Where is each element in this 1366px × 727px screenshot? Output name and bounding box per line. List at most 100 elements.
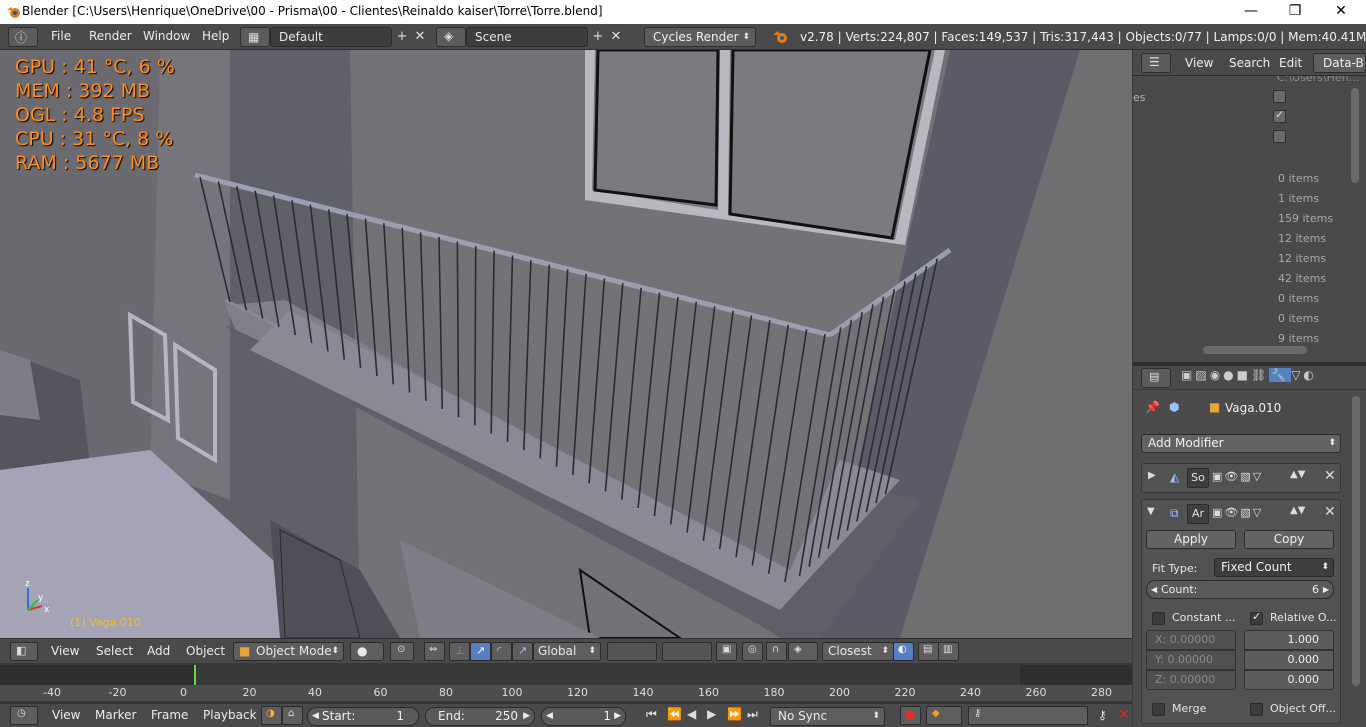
editor-type-info-button[interactable]: ⓘ (8, 27, 38, 47)
add-layout-icon[interactable]: + (394, 29, 410, 45)
snap-toggle-button[interactable]: ∩ (766, 642, 787, 661)
minimize-button[interactable]: — (1228, 0, 1274, 24)
world-tab-icon[interactable]: ● (1223, 368, 1236, 382)
editor-type-timeline-button[interactable]: ◷ (10, 706, 38, 725)
opengl-animation-button[interactable]: ▥ (938, 642, 959, 661)
editor-type-properties-button[interactable]: ▤ (1141, 368, 1171, 388)
outliner-tree[interactable]: C:\Users\Hen... es ✓ 0 items 1 items 159 i… (1133, 76, 1366, 362)
outliner-row[interactable]: 0 items (1133, 288, 1366, 308)
object-tab-icon[interactable]: ■ (1237, 368, 1251, 382)
current-frame-field[interactable]: ◀ 1 ▶ (541, 707, 626, 726)
copy-button[interactable]: Copy (1244, 530, 1334, 549)
rotate-manipulator-button[interactable]: ↗ (470, 642, 491, 661)
outliner-row[interactable]: 0 items (1133, 308, 1366, 328)
end-frame-field[interactable]: End: 250 ▶ (425, 707, 535, 726)
modifier-name-field[interactable]: So (1187, 468, 1209, 488)
outliner-row[interactable]: 12 items (1133, 248, 1366, 268)
constant-offset-checkbox[interactable] (1152, 612, 1165, 625)
remove-layout-icon[interactable]: ✕ (412, 29, 428, 45)
modifier-display-toggles[interactable]: ▣👁▧▽ (1212, 470, 1263, 483)
scene-field[interactable]: Scene (466, 27, 588, 47)
checkbox-2[interactable]: ✓ (1273, 108, 1286, 123)
jump-end-icon[interactable]: ⏭ (747, 707, 760, 722)
menu-object[interactable]: Object (186, 644, 225, 658)
menu-help[interactable]: Help (202, 29, 229, 43)
remove-modifier-icon[interactable]: ✕ (1324, 468, 1336, 484)
menu-file[interactable]: File (51, 29, 71, 43)
constraints-tab-icon[interactable]: ⛓ (1251, 368, 1269, 382)
keying-set-dropdown[interactable]: ◆ (926, 706, 962, 725)
interaction-mode-dropdown[interactable]: ■ Object Mode ⬍ (233, 642, 344, 661)
sync-mode-dropdown[interactable]: No Sync ⬍ (770, 707, 885, 726)
3d-viewport[interactable]: GPU : 41 °C, 6 % MEM : 392 MB OGL : 4.8 … (0, 50, 1132, 638)
outliner-row[interactable]: 0 items (1133, 168, 1366, 188)
timeline-ruler[interactable]: -40 -20 0 20 40 60 80 100 120 140 160 180 200 220 240 2… (0, 685, 1132, 701)
lock-layers-button[interactable]: ▣ (716, 642, 737, 661)
outliner-row[interactable]: 1 items (1133, 188, 1366, 208)
constant-z-field[interactable]: Z: 0.00000 (1146, 670, 1236, 690)
outliner-row[interactable]: 12 items (1133, 228, 1366, 248)
scale-manipulator-button[interactable]: ↗ (512, 642, 533, 661)
editor-type-3d-button[interactable]: ◧ (10, 642, 38, 661)
insert-keyframe-icon[interactable]: ⚷ (1098, 708, 1107, 722)
outliner-vertical-scrollbar[interactable] (1351, 88, 1359, 183)
editor-type-outliner-button[interactable]: ☰ (1141, 53, 1171, 73)
menu-view[interactable]: View (52, 708, 80, 722)
snap-target-dropdown[interactable]: Closest ⬍ (822, 642, 894, 661)
remove-scene-icon[interactable]: ✕ (608, 29, 624, 45)
screen-layout-button[interactable]: ▦ (240, 27, 270, 47)
modifier-display-toggles[interactable]: ▣👁▧▽ (1212, 506, 1263, 519)
constant-y-field[interactable]: Y: 0.00000 (1146, 650, 1236, 670)
move-up-down-icon[interactable]: ▲▼ (1290, 505, 1305, 516)
menu-render[interactable]: Render (89, 29, 132, 43)
maximize-button[interactable]: ❐ (1272, 0, 1318, 24)
layers-tab-icon[interactable]: ▨ (1195, 368, 1209, 382)
transform-orientation-dropdown[interactable]: Global ⬍ (533, 642, 601, 661)
menu-window[interactable]: Window (143, 29, 190, 43)
scene-browse-button[interactable]: ◈ (436, 27, 466, 47)
scene-tab-icon[interactable]: ◉ (1210, 368, 1223, 382)
layers-grid-1[interactable] (607, 642, 657, 661)
play-icon[interactable]: ▶ (707, 707, 718, 721)
pivot-point-button[interactable]: ⊙ (390, 642, 414, 661)
menu-marker[interactable]: Marker (95, 708, 136, 722)
jump-start-icon[interactable]: ⏮ (646, 707, 659, 722)
current-frame-cursor[interactable] (194, 665, 196, 685)
menu-select[interactable]: Select (96, 644, 133, 658)
apply-button[interactable]: Apply (1146, 530, 1236, 549)
checkbox-3[interactable] (1273, 130, 1286, 143)
object-offset-checkbox[interactable] (1250, 703, 1263, 716)
menu-view[interactable]: View (51, 644, 79, 658)
auto-keying-button[interactable]: ● (900, 706, 921, 725)
relative-y-field[interactable]: 0.000 (1244, 650, 1334, 670)
menu-frame[interactable]: Frame (151, 708, 188, 722)
display-mode-dropdown[interactable]: Data-Blo (1313, 53, 1366, 73)
outliner-horizontal-scrollbar[interactable] (1203, 346, 1307, 354)
checkbox-1[interactable] (1273, 90, 1286, 103)
menu-edit[interactable]: Edit (1279, 56, 1302, 70)
opengl-render-button[interactable]: ▤ (918, 642, 939, 661)
properties-scrollbar[interactable] (1352, 396, 1360, 686)
menu-playback[interactable]: Playback (203, 708, 257, 722)
menu-search[interactable]: Search (1229, 56, 1270, 70)
preview-range-button[interactable]: ◑ (261, 706, 282, 725)
collapse-icon[interactable]: ▼ (1147, 506, 1155, 517)
outliner-row[interactable]: 42 items (1133, 268, 1366, 288)
render-engine-dropdown[interactable]: Cycles Render ⬍ (644, 27, 756, 47)
screen-layout-field[interactable]: Default (270, 27, 392, 47)
data-tab-icon[interactable]: ▽ (1291, 368, 1303, 382)
modifiers-tab-wrench-icon[interactable]: 🔧 (1269, 368, 1292, 382)
relative-z-field[interactable]: 0.000 (1244, 670, 1334, 690)
relative-offset-checkbox[interactable]: ✓ (1250, 610, 1263, 625)
menu-view[interactable]: View (1185, 56, 1213, 70)
relative-x-field[interactable]: 1.000 (1244, 630, 1334, 650)
snap-element-dropdown[interactable]: ◈ (788, 642, 818, 661)
fit-type-dropdown[interactable]: Fixed Count ⬍ (1214, 558, 1334, 577)
start-frame-field[interactable]: ◀ Start: 1 (307, 707, 419, 726)
lock-time-cursor-button[interactable]: ⌂ (282, 706, 303, 725)
add-modifier-dropdown[interactable]: Add Modifier ⬍ (1141, 434, 1341, 453)
pin-icon[interactable]: 📌 (1145, 400, 1160, 414)
menu-add[interactable]: Add (147, 644, 170, 658)
layers-grid-2[interactable] (662, 642, 712, 661)
outliner-row[interactable]: 9 items (1133, 328, 1366, 348)
